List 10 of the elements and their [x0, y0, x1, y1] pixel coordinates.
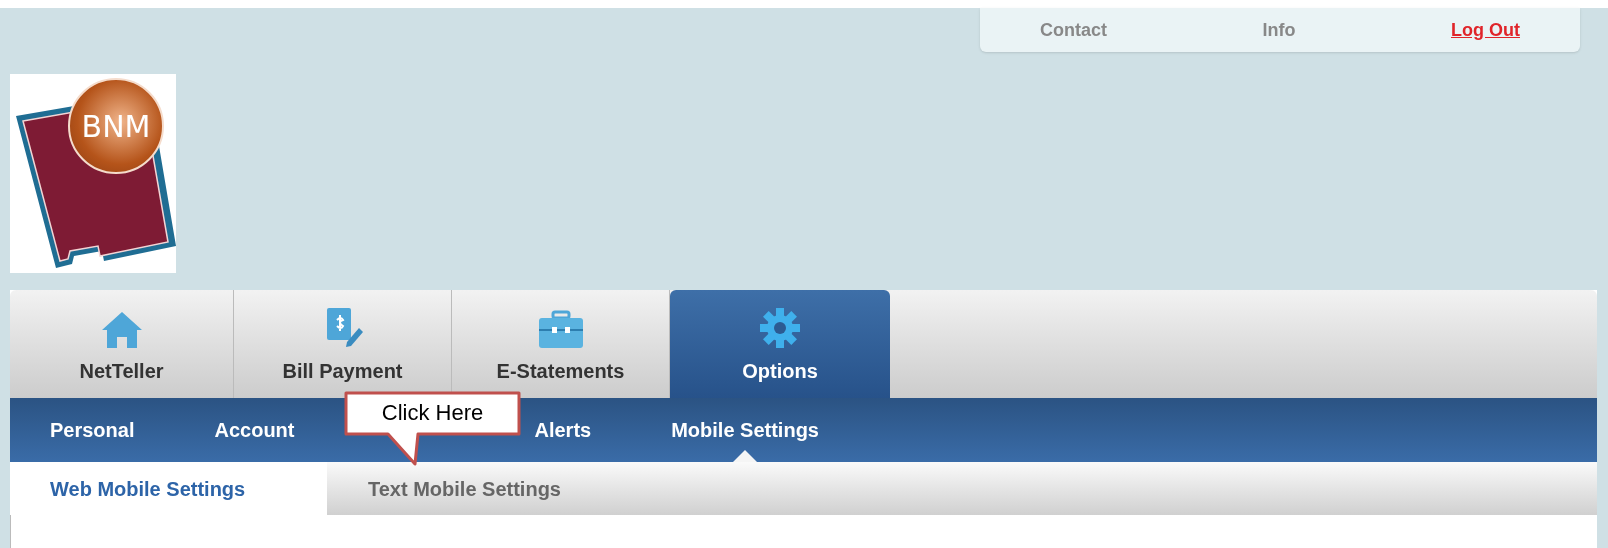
callout-tooltip: Click Here: [343, 390, 522, 466]
gear-icon: [758, 306, 802, 350]
main-tab[interactable]: Options: [670, 290, 890, 398]
sub-tab[interactable]: Web Mobile Settings: [10, 462, 327, 515]
nav-item[interactable]: Alerts: [534, 398, 592, 462]
logout-link[interactable]: Log Out: [1451, 16, 1520, 44]
nav-item[interactable]: Account: [214, 398, 295, 462]
briefcase-icon: [536, 310, 585, 350]
nav-item[interactable]: Personal: [50, 398, 135, 462]
logo-text: BNM: [81, 107, 151, 146]
